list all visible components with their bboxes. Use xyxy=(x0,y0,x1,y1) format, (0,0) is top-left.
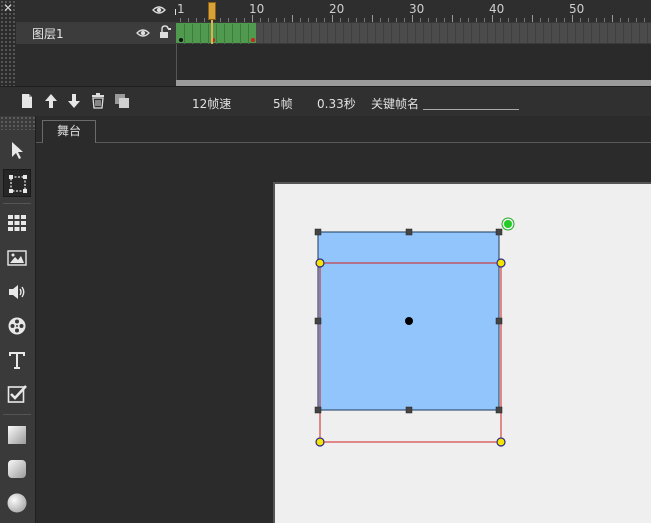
duration-label: 0.33秒 xyxy=(317,97,356,111)
ruler-tick xyxy=(412,15,413,22)
checkbox-icon xyxy=(7,385,27,403)
trash-icon[interactable] xyxy=(90,93,106,109)
ruler-tick xyxy=(252,15,253,22)
stage-tabbar: 舞台 xyxy=(36,116,651,143)
grid-icon xyxy=(8,215,26,231)
text-tool[interactable] xyxy=(3,346,31,374)
frame-track[interactable] xyxy=(176,22,651,44)
stage-canvas[interactable] xyxy=(273,182,651,523)
keyframe-name-underline xyxy=(423,109,519,110)
ruler-tick xyxy=(332,15,333,22)
frame-cell-divider xyxy=(248,24,249,44)
frame-cell-divider xyxy=(240,24,241,44)
text-icon xyxy=(9,352,25,369)
layer-row[interactable]: 图层1 xyxy=(16,22,176,44)
arrow-down-icon[interactable] xyxy=(66,93,82,109)
ruler-tick xyxy=(372,15,373,22)
ruler-tick xyxy=(572,15,573,22)
keyframe-dot[interactable] xyxy=(179,38,183,42)
frame-ruler[interactable]: 1 10 20 30 40 50 xyxy=(176,0,651,22)
checkbox-tool[interactable] xyxy=(3,380,31,408)
frame-cell-divider xyxy=(192,24,193,44)
layer-list-empty xyxy=(16,44,176,86)
rounded-rectangle-icon xyxy=(8,460,26,478)
image-tool[interactable] xyxy=(3,244,31,272)
duplicate-layer-icon[interactable] xyxy=(114,93,130,109)
playhead[interactable] xyxy=(208,2,216,20)
ruler-label: 10 xyxy=(249,2,265,16)
frame-cell-divider xyxy=(224,24,225,44)
film-reel-icon xyxy=(8,317,26,335)
lock-icon[interactable] xyxy=(158,25,172,39)
tool-separator xyxy=(3,203,31,204)
eye-icon[interactable] xyxy=(152,3,166,17)
ruler-label: 50 xyxy=(569,2,585,16)
eye-icon[interactable] xyxy=(136,26,150,40)
tab-stage[interactable]: 舞台 xyxy=(42,120,96,143)
video-tool[interactable] xyxy=(3,312,31,340)
close-icon[interactable]: ✕ xyxy=(3,1,15,15)
frame-cell-divider xyxy=(184,24,185,44)
ruler-tick xyxy=(492,15,493,22)
transform-icon xyxy=(9,175,27,193)
tools-grip[interactable] xyxy=(0,116,36,130)
grid-tool[interactable] xyxy=(3,209,31,237)
layer-header xyxy=(16,0,186,22)
ruler-tick xyxy=(452,15,453,22)
ruler-label: 20 xyxy=(329,2,345,16)
frame-cell-divider xyxy=(208,24,209,44)
timeline-panel: ✕ 1 10 20 30 40 50 图层1 xyxy=(0,0,651,86)
circle-tool[interactable] xyxy=(3,489,31,517)
selection-arrow-icon xyxy=(12,142,23,159)
layer-name: 图层1 xyxy=(32,27,64,41)
ruler-label: 1 xyxy=(177,2,185,16)
circle-icon xyxy=(7,493,27,513)
arrow-up-icon[interactable] xyxy=(43,93,59,109)
frame-cell-divider xyxy=(232,24,233,44)
new-layer-icon[interactable] xyxy=(19,93,35,109)
fps-label[interactable]: 12帧速 xyxy=(192,95,231,112)
empty-frames[interactable] xyxy=(256,23,651,43)
ruler-tick xyxy=(532,15,533,22)
frame-count-label: 5帧 xyxy=(273,97,293,111)
timeline-toolbar: 12帧速 5帧 0.33秒 关键帧名 xyxy=(0,86,651,117)
timeline-empty-area xyxy=(176,44,651,80)
frame-cell-divider xyxy=(216,24,217,44)
frame-span[interactable] xyxy=(176,23,256,44)
keyframe-dot[interactable] xyxy=(251,38,255,42)
transform-tool[interactable] xyxy=(3,169,31,197)
ruler-tick xyxy=(292,15,293,22)
frame-cell-divider xyxy=(200,24,201,44)
keyframe-name-label: 关键帧名 xyxy=(371,97,420,111)
rectangle-tool[interactable] xyxy=(3,421,31,449)
selection-tool[interactable] xyxy=(3,136,31,164)
tool-palette xyxy=(0,116,36,523)
sound-tool[interactable] xyxy=(3,278,31,306)
image-icon xyxy=(7,250,27,266)
ruler-label: 30 xyxy=(409,2,425,16)
ruler-tick xyxy=(612,15,613,22)
tool-separator xyxy=(3,414,31,415)
rounded-rectangle-tool[interactable] xyxy=(3,455,31,483)
rectangle-icon xyxy=(8,426,26,444)
ruler-label: 40 xyxy=(489,2,505,16)
sound-icon xyxy=(9,285,25,299)
playhead-line xyxy=(211,20,213,44)
